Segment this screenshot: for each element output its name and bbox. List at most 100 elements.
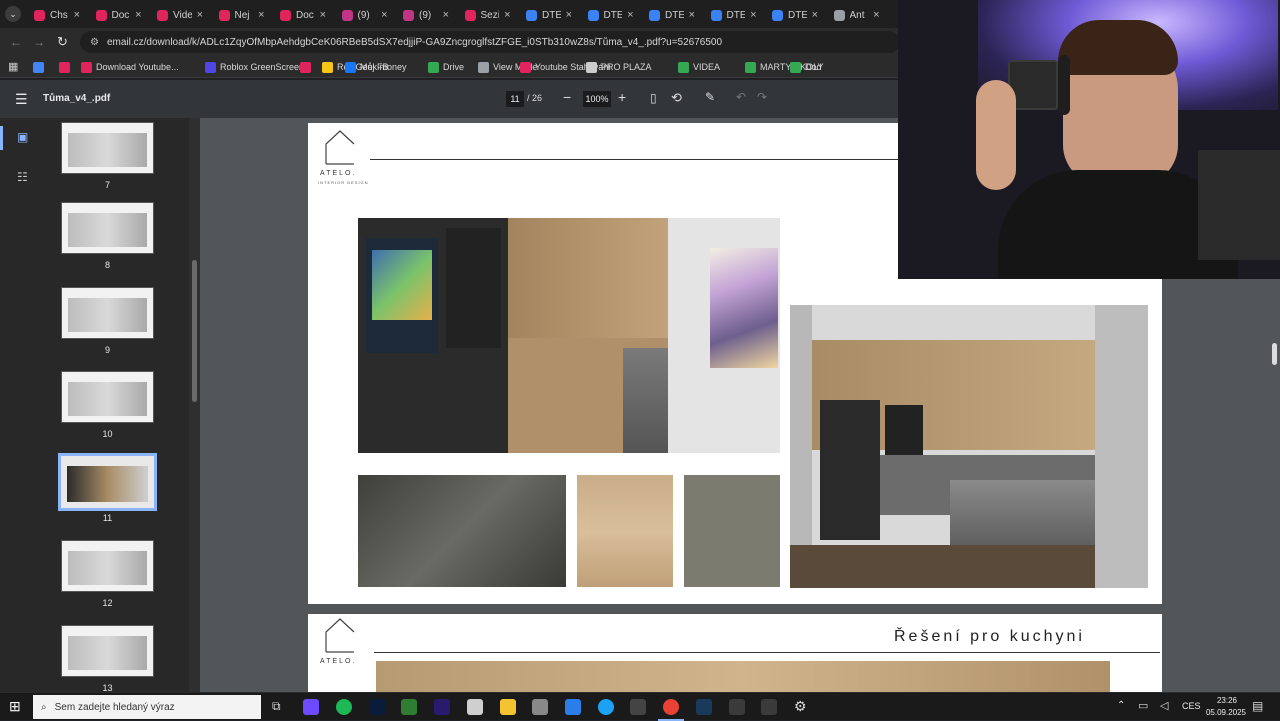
browser-tab[interactable]: DTE × — [520, 4, 578, 26]
rotate-icon[interactable]: ⟲ — [671, 90, 682, 106]
browser-tab[interactable]: DTE × — [643, 4, 701, 26]
viewer-scroll-thumb[interactable] — [1272, 343, 1277, 365]
task-view-icon[interactable]: ⧉ — [272, 699, 281, 714]
bookmark-item[interactable] — [59, 59, 74, 75]
fit-page-icon[interactable]: ▯ — [650, 91, 657, 105]
page-thumbnail[interactable] — [61, 371, 154, 423]
tab-close-icon[interactable]: × — [504, 9, 510, 21]
tab-close-icon[interactable]: × — [197, 9, 203, 21]
tab-close-icon[interactable]: × — [750, 9, 756, 21]
edge-icon[interactable] — [598, 699, 614, 715]
photoshop-icon[interactable] — [369, 699, 385, 715]
app-icon-2[interactable] — [401, 699, 417, 715]
browser-tab[interactable]: Sezi × — [459, 4, 517, 26]
annotate-icon[interactable]: ✎ — [705, 90, 715, 104]
thumbnails-view-icon[interactable]: ▣ — [17, 130, 28, 144]
brand-name-2: ATELO. — [320, 658, 357, 665]
clock-date[interactable]: 05.09.2025 — [1203, 708, 1249, 717]
page-thumbnail[interactable] — [58, 453, 157, 511]
tab-close-icon[interactable]: × — [135, 9, 141, 21]
bookmark-item[interactable]: VIDEA — [678, 59, 720, 75]
page-thumbnail[interactable] — [61, 287, 154, 339]
tab-close-icon[interactable]: × — [258, 9, 264, 21]
webcam-overlay — [898, 0, 1280, 279]
tab-close-icon[interactable]: × — [812, 9, 818, 21]
tab-search-button[interactable]: ⌄ — [5, 6, 21, 22]
tab-close-icon[interactable]: × — [320, 9, 326, 21]
apps-grid-icon[interactable]: ▦ — [8, 60, 18, 73]
tab-close-icon[interactable]: × — [74, 9, 80, 21]
settings-icon[interactable]: ⚙ — [794, 698, 807, 715]
tray-overflow-icon[interactable]: ⌃ — [1117, 700, 1125, 711]
language-indicator[interactable]: CES — [1182, 701, 1201, 711]
menu-icon[interactable]: ☰ — [15, 91, 28, 108]
sidebar-scroll-thumb[interactable] — [192, 260, 197, 402]
browser-tab[interactable]: Ant × — [828, 4, 886, 26]
tab-close-icon[interactable]: × — [689, 9, 695, 21]
browser-tab[interactable]: Doc × — [90, 4, 148, 26]
browser-tab[interactable]: (9) × — [397, 4, 455, 26]
app-icon-5[interactable] — [565, 699, 581, 715]
app-icon-6[interactable] — [630, 699, 646, 715]
bookmark-item[interactable]: Drive — [428, 59, 464, 75]
app-icon-7[interactable] — [696, 699, 712, 715]
address-bar[interactable]: ⚙ email.cz/download/k/ADLc1ZqyOfMbpAehdg… — [80, 31, 900, 53]
network-icon[interactable]: ▭ — [1138, 699, 1148, 712]
browser-tab[interactable]: DTE × — [766, 4, 824, 26]
bookmark-item[interactable]: Roblox GreenScreen — [205, 59, 304, 75]
chrome-icon[interactable] — [663, 699, 679, 715]
app-icon-8[interactable] — [729, 699, 745, 715]
undo-icon[interactable]: ↶ — [736, 90, 746, 104]
file-explorer-icon[interactable] — [500, 699, 516, 715]
bookmark-item[interactable] — [300, 59, 315, 75]
bookmark-favicon-icon — [790, 61, 801, 73]
reload-icon[interactable]: ↻ — [57, 34, 68, 50]
page-number-input[interactable]: 11 — [506, 91, 524, 107]
premiere-icon[interactable] — [434, 699, 450, 715]
page-thumbnail[interactable] — [61, 625, 154, 677]
tab-close-icon[interactable]: × — [627, 9, 633, 21]
bookmark-item[interactable]: Dod — [790, 59, 822, 75]
start-button[interactable]: ⊞ — [9, 698, 21, 715]
tab-close-icon[interactable]: × — [873, 9, 879, 21]
zoom-in-button[interactable]: + — [618, 89, 626, 105]
tab-close-icon[interactable]: × — [566, 9, 572, 21]
page-thumbnail[interactable] — [61, 202, 154, 254]
pdf-page-next: ATELO. Řešení pro kuchyni — [308, 614, 1162, 692]
browser-tab[interactable]: DTE × — [705, 4, 763, 26]
zoom-input[interactable]: 100% — [583, 91, 611, 107]
browser-tab[interactable]: DTE × — [582, 4, 640, 26]
tab-close-icon[interactable]: × — [443, 9, 449, 21]
bookmark-item[interactable] — [33, 59, 48, 75]
clock-time[interactable]: 23:26 — [1210, 696, 1244, 705]
tab-title: Doc — [296, 9, 314, 21]
tab-title: (9) — [419, 9, 432, 21]
spotify-icon[interactable] — [336, 699, 352, 715]
back-icon[interactable]: ← — [10, 35, 22, 49]
browser-tab[interactable]: Chs × — [28, 4, 86, 26]
browser-tab[interactable]: Doc × — [274, 4, 332, 26]
app-icon-4[interactable] — [532, 699, 548, 715]
forward-icon[interactable]: → — [33, 35, 45, 49]
taskbar-search[interactable]: ⌕ Sem zadejte hledaný výraz — [33, 695, 261, 719]
bookmark-item[interactable]: Download Youtube... — [81, 59, 179, 75]
app-icon[interactable] — [303, 699, 319, 715]
tab-favicon-icon — [710, 9, 722, 21]
redo-icon[interactable]: ↷ — [757, 90, 767, 104]
volume-icon[interactable]: ◁ — [1160, 699, 1168, 712]
bookmark-item[interactable]: Můj FB — [345, 59, 389, 75]
bookmark-item[interactable]: PRO PLAZA — [586, 59, 652, 75]
site-info-icon[interactable]: ⚙ — [90, 37, 99, 48]
page-thumbnail[interactable] — [61, 122, 154, 174]
browser-tab[interactable]: Nej × — [213, 4, 271, 26]
browser-tab[interactable]: (9) × — [336, 4, 394, 26]
outline-view-icon[interactable]: ☷ — [17, 170, 28, 184]
sidebar-scrollbar[interactable] — [189, 118, 200, 692]
page-thumbnail[interactable] — [61, 540, 154, 592]
notifications-icon[interactable]: ▤ — [1252, 699, 1263, 713]
tab-close-icon[interactable]: × — [381, 9, 387, 21]
app-icon-9[interactable] — [761, 699, 777, 715]
app-icon-3[interactable] — [467, 699, 483, 715]
browser-tab[interactable]: Vide × — [151, 4, 209, 26]
zoom-out-button[interactable]: − — [563, 89, 571, 105]
